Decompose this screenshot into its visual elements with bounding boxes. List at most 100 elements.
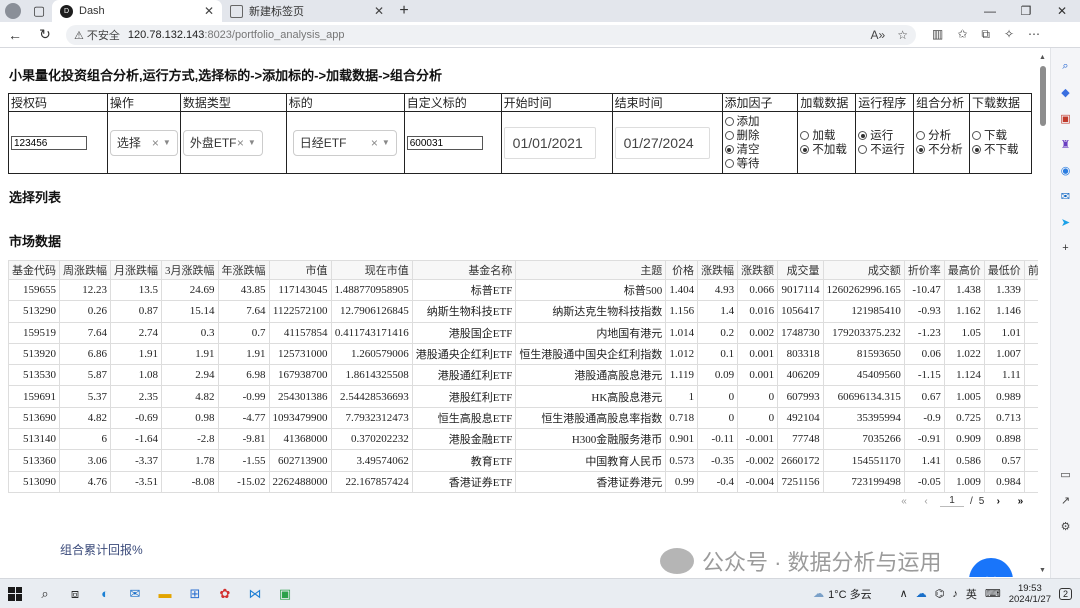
- radio-unchecked-icon[interactable]: [724, 131, 734, 140]
- favorite-star-icon[interactable]: ☆: [897, 28, 908, 42]
- extensions-icon[interactable]: ✧: [1004, 27, 1014, 42]
- radio-unchecked-icon[interactable]: [724, 117, 734, 126]
- ime-indicator[interactable]: 英: [966, 586, 977, 602]
- split-screen-icon[interactable]: ▥: [932, 27, 943, 42]
- column-header[interactable]: 年涨跌幅: [217, 260, 270, 280]
- table-row[interactable]: 513920 6.86 1.91 1.91 1.91 125731000 1.2605790…: [8, 342, 1038, 366]
- radio-option[interactable]: 不运行: [858, 143, 911, 157]
- data-type-dropdown[interactable]: 外盘ETF × ▼: [182, 129, 263, 156]
- radio-unchecked-icon[interactable]: [724, 159, 734, 168]
- radio-checked-icon[interactable]: [916, 145, 926, 154]
- not-secure-warning[interactable]: ⚠ 不安全: [74, 27, 120, 43]
- window-close-icon[interactable]: ✕: [1044, 0, 1080, 22]
- weather-widget[interactable]: ☁ 1°C 多云: [813, 586, 872, 602]
- radio-unchecked-icon[interactable]: [858, 145, 868, 154]
- radio-option[interactable]: 不分析: [916, 143, 967, 157]
- column-header[interactable]: 涨跌幅: [697, 260, 739, 280]
- clock[interactable]: 19:53 2024/1/27: [1009, 583, 1051, 605]
- table-row[interactable]: 513530 5.87 1.08 2.94 6.98 167938700 1.8614325…: [8, 364, 1038, 387]
- copilot-icon[interactable]: ◉: [1058, 162, 1074, 178]
- clear-icon[interactable]: ×: [152, 136, 159, 150]
- cloud-sync-icon[interactable]: ☁: [916, 587, 927, 600]
- settings-gear-icon[interactable]: ⚙: [1058, 518, 1074, 534]
- column-header[interactable]: 成交量: [777, 260, 824, 280]
- chevron-down-icon[interactable]: ▼: [382, 138, 390, 147]
- radio-checked-icon[interactable]: [800, 145, 810, 154]
- column-header[interactable]: 现在市值: [330, 260, 413, 280]
- clear-icon[interactable]: ×: [371, 136, 378, 150]
- radio-option[interactable]: 加载: [800, 129, 853, 143]
- outlook-icon[interactable]: ✉: [1058, 188, 1074, 204]
- next-page-icon[interactable]: ›: [990, 496, 1006, 507]
- huawei-icon[interactable]: ✿: [210, 580, 240, 608]
- mail-icon[interactable]: ✉: [120, 580, 150, 608]
- close-icon[interactable]: ✕: [374, 4, 384, 18]
- radio-option[interactable]: 分析: [916, 129, 967, 143]
- send-icon[interactable]: ➤: [1058, 214, 1074, 230]
- table-row[interactable]: 513140 6 -1.64 -2.8 -9.81 41368000 0.370202232…: [8, 428, 1038, 451]
- table-row[interactable]: 513690 4.82 -0.69 0.98 -4.77 1093479900 7.7932…: [8, 406, 1038, 430]
- target-dropdown[interactable]: 日经ETF × ▼: [292, 129, 397, 156]
- chevron-down-icon[interactable]: ▼: [163, 138, 171, 147]
- radio-option[interactable]: 删除: [724, 129, 796, 143]
- auth-code-input[interactable]: [11, 136, 87, 151]
- games-icon[interactable]: ♜: [1058, 136, 1074, 152]
- search-icon[interactable]: ⌕: [1058, 58, 1074, 74]
- sidebar-layout-icon[interactable]: ▭: [1058, 466, 1074, 482]
- tag-icon[interactable]: ◆: [1058, 84, 1074, 100]
- tab-actions-icon[interactable]: ▢: [26, 0, 52, 22]
- column-header[interactable]: 基金代码: [8, 260, 60, 280]
- new-tab-button[interactable]: +: [392, 0, 416, 22]
- chevron-down-icon[interactable]: ▼: [248, 138, 256, 147]
- start-date-picker[interactable]: 01/01/2021: [503, 126, 596, 159]
- network-icon[interactable]: ⌬: [935, 587, 945, 600]
- terminal-app-icon[interactable]: ▣: [270, 580, 300, 608]
- radio-option[interactable]: 不加载: [800, 143, 853, 157]
- file-explorer-icon[interactable]: ▬: [150, 580, 180, 608]
- vscode-icon[interactable]: ⋈: [240, 580, 270, 608]
- page-scrollbar[interactable]: ▲ ▼: [1038, 52, 1048, 576]
- volume-icon[interactable]: ♪: [952, 588, 958, 600]
- favorites-icon[interactable]: ✩: [957, 27, 967, 42]
- read-aloud-icon[interactable]: A»: [871, 28, 886, 42]
- profile-avatar[interactable]: [0, 0, 26, 22]
- scroll-down-icon[interactable]: ▼: [1039, 567, 1046, 574]
- column-header[interactable]: 月涨跌幅: [110, 260, 162, 280]
- column-header[interactable]: 折价率: [903, 260, 945, 280]
- external-link-icon[interactable]: ↗: [1058, 492, 1074, 508]
- radio-checked-icon[interactable]: [724, 145, 734, 154]
- radio-unchecked-icon[interactable]: [972, 131, 982, 140]
- radio-unchecked-icon[interactable]: [800, 131, 810, 140]
- column-header[interactable]: 最高价: [943, 260, 985, 280]
- column-header[interactable]: 成交额: [822, 260, 905, 280]
- notification-badge[interactable]: 2: [1058, 587, 1072, 600]
- task-view-icon[interactable]: ⧈: [60, 580, 90, 608]
- edge-browser-icon[interactable]: ◐: [90, 580, 120, 608]
- restore-icon[interactable]: ❐: [1008, 0, 1044, 22]
- scroll-up-icon[interactable]: ▲: [1039, 54, 1046, 61]
- table-row[interactable]: 513360 3.06 -3.37 1.78 -1.55 602713900 3.49574…: [8, 449, 1038, 472]
- radio-option[interactable]: 运行: [858, 129, 911, 143]
- more-menu-icon[interactable]: ⋯: [1028, 27, 1040, 42]
- current-page-input[interactable]: 1: [940, 495, 964, 507]
- prev-page-icon[interactable]: ‹: [918, 496, 934, 507]
- custom-target-input[interactable]: [406, 136, 483, 151]
- column-header[interactable]: 价格: [665, 260, 699, 280]
- back-icon[interactable]: ←: [0, 22, 30, 48]
- store-icon[interactable]: ⊞: [180, 580, 210, 608]
- toolbox-icon[interactable]: ▣: [1058, 110, 1074, 126]
- end-date-picker[interactable]: 01/27/2024: [614, 126, 710, 159]
- radio-checked-icon[interactable]: [858, 131, 868, 140]
- first-page-icon[interactable]: «: [896, 496, 912, 507]
- tab-dash[interactable]: D Dash ✕: [52, 0, 222, 22]
- refresh-icon[interactable]: ↻: [30, 22, 60, 48]
- keyboard-icon[interactable]: ⌨: [985, 587, 1001, 600]
- scrollbar-thumb[interactable]: [1040, 66, 1046, 126]
- column-header[interactable]: 周涨跌幅: [59, 260, 111, 280]
- chevron-up-icon[interactable]: ∧: [900, 587, 908, 600]
- minimize-icon[interactable]: —: [972, 0, 1008, 22]
- table-row[interactable]: 159519 7.64 2.74 0.3 0.7 41157854 0.4117431714…: [8, 321, 1038, 344]
- radio-unchecked-icon[interactable]: [916, 131, 926, 140]
- column-header[interactable]: 最低价: [983, 260, 1025, 280]
- search-taskbar-icon[interactable]: ⌕: [30, 580, 60, 608]
